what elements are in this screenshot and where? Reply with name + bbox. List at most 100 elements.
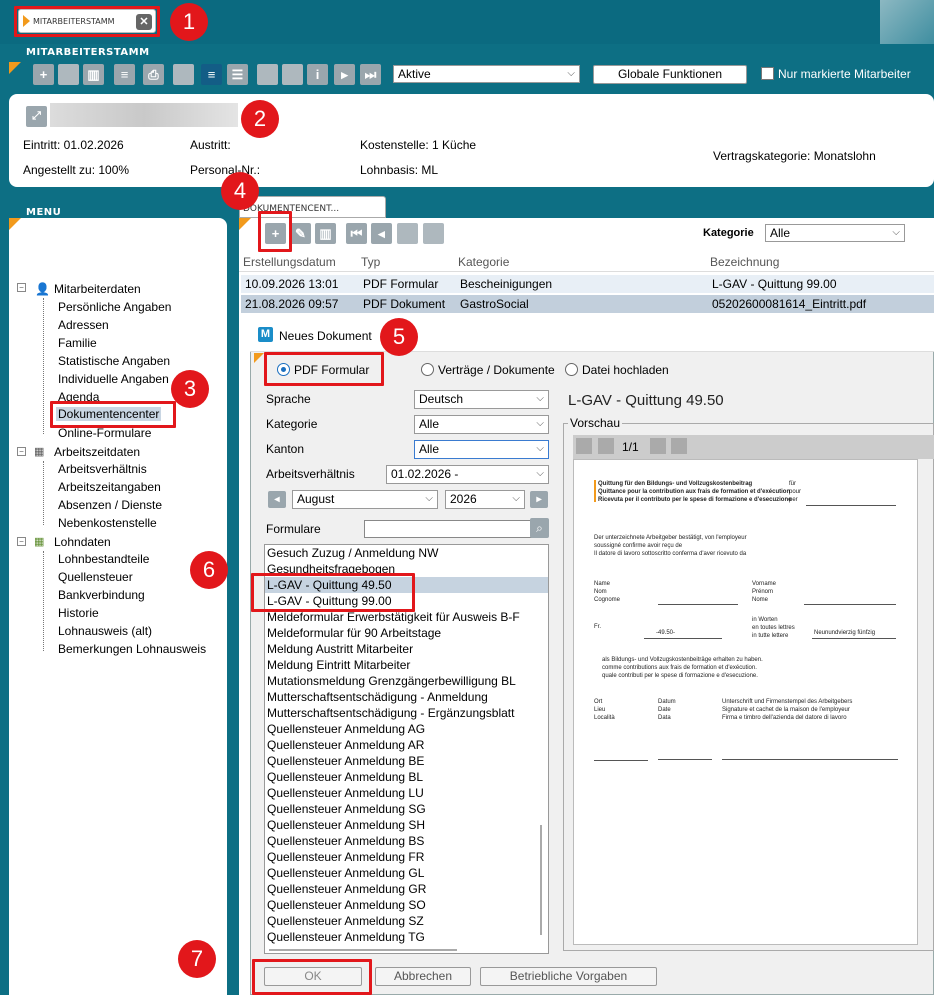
info-icon[interactable]: i [307,64,328,85]
print-icon[interactable]: ⎙ [143,64,164,85]
list-edit-icon[interactable]: ≡ [114,64,135,85]
list-item[interactable]: Quellensteuer Anmeldung BE [265,753,548,769]
table-row[interactable]: 10.09.2026 13:01 PDF Formular Bescheinig… [241,275,934,293]
menu-item-lohnausweis-alt[interactable]: Lohnausweis (alt) [58,624,152,638]
delete-icon[interactable]: ▥ [315,223,336,244]
arbeitsverhaeltnis-value: 01.02.2026 - [391,467,459,481]
year-select[interactable]: 2026 ⌵ [445,490,525,509]
list-item[interactable]: Quellensteuer Anmeldung LU [265,785,548,801]
menu-item-absenzen-dienste[interactable]: Absenzen / Dienste [58,498,162,512]
preview-p1: Der unterzeichnete Arbeitgeber bestätigt… [594,535,747,541]
list-item[interactable]: Mutterschaftsentschädigung - Anmeldung [265,689,548,705]
first-record-icon[interactable] [257,64,278,85]
list-item[interactable]: Quellensteuer Anmeldung BL [265,769,548,785]
add-icon[interactable]: + [33,64,54,85]
collapse-icon[interactable]: − [17,537,26,546]
preview-sig1: Unterschrift und Firmenstempel des Arbei… [722,699,853,705]
prev-month-icon[interactable]: ◂ [268,491,286,508]
col-kategorie[interactable]: Kategorie [458,255,509,269]
search-icon[interactable]: ⌕ [530,518,549,538]
cancel-button[interactable]: Abbrechen [375,967,471,986]
list-scrollbar[interactable] [540,825,542,935]
list-item[interactable]: Quellensteuer Anmeldung TG [265,929,548,945]
menu-item-adressen[interactable]: Adressen [58,318,109,332]
menu-group-arbeitszeitdaten[interactable]: Arbeitszeitdaten [54,445,140,459]
global-functions-button[interactable]: Globale Funktionen [593,65,747,84]
preview-last-page-icon[interactable] [671,438,687,454]
menu-item-arbeitszeitangaben[interactable]: Arbeitszeitangaben [58,480,161,494]
table-row[interactable]: 21.08.2026 09:57 PDF Dokument GastroSoci… [241,295,934,313]
list-item[interactable]: Meldung Eintritt Mitarbeiter [265,657,548,673]
edit-pencil-icon[interactable]: ✎ [290,223,311,244]
kategorie-select[interactable]: Alle ⌵ [414,415,549,434]
preview-prev-page-icon[interactable] [576,438,592,454]
menu-item-bankverbindung[interactable]: Bankverbindung [58,588,145,602]
list-item[interactable]: Quellensteuer Anmeldung AR [265,737,548,753]
list-item[interactable]: Quellensteuer Anmeldung BS [265,833,548,849]
detail-view-icon[interactable]: ≡ [201,64,222,85]
list-item[interactable]: Quellensteuer Anmeldung SG [265,801,548,817]
menu-item-quellensteuer[interactable]: Quellensteuer [58,570,133,584]
employee-filter-select[interactable]: Aktive ⌵ [393,65,580,83]
menu-item-historie[interactable]: Historie [58,606,99,620]
list-item[interactable]: Quellensteuer Anmeldung GR [265,881,548,897]
next-icon[interactable] [397,223,418,244]
sprache-select[interactable]: Deutsch ⌵ [414,390,549,409]
list-item[interactable]: Meldeformular für 90 Arbeitstage [265,625,548,641]
first-icon[interactable]: ⏮ [346,223,367,244]
preview-datum-block: Datum Date Data [658,698,676,722]
list-view-icon[interactable]: ☰ [227,64,248,85]
list-item[interactable]: Quellensteuer Anmeldung GL [265,865,548,881]
menu-item-lohnbestandteile[interactable]: Lohnbestandteile [58,552,149,566]
col-typ[interactable]: Typ [361,255,380,269]
menu-item-online-formulare[interactable]: Online-Formulare [58,426,151,440]
list-item[interactable]: Quellensteuer Anmeldung SO [265,897,548,913]
list-item[interactable]: Mutationsmeldung Grenzgängerbewilligung … [265,673,548,689]
list-item[interactable]: Quellensteuer Anmeldung FR [265,849,548,865]
preview-first-page-icon[interactable] [598,438,614,454]
kanton-select[interactable]: Alle ⌵ [414,440,549,459]
only-marked-checkbox[interactable] [761,67,774,80]
menu-item-persoenliche-angaben[interactable]: Persönliche Angaben [58,300,171,314]
month-select[interactable]: August ⌵ [292,490,438,509]
formulare-search-input[interactable] [364,520,532,538]
collapse-icon[interactable]: − [17,283,26,292]
collapse-icon[interactable]: − [17,447,26,456]
next-record-icon[interactable]: ▸ [334,64,355,85]
arbeitsverhaeltnis-select[interactable]: 01.02.2026 - ⌵ [386,465,549,484]
list-hscrollbar[interactable] [269,949,457,951]
menu-group-lohndaten[interactable]: Lohndaten [54,535,111,549]
menu-item-nebenkostenstelle[interactable]: Nebenkostenstelle [58,516,157,530]
prev-icon[interactable]: ◂ [371,223,392,244]
menu-item-familie[interactable]: Familie [58,336,97,350]
preview-accent [594,480,596,502]
last-icon[interactable] [423,223,444,244]
edit-icon[interactable] [58,64,79,85]
delete-icon[interactable]: ▥ [83,64,104,85]
list-item[interactable]: Quellensteuer Anmeldung AG [265,721,548,737]
menu-item-statistische-angaben[interactable]: Statistische Angaben [58,354,170,368]
doc-kategorie-select[interactable]: Alle ⌵ [765,224,905,242]
doc-kategorie-label: Kategorie [703,227,754,239]
menu-group-mitarbeiterdaten[interactable]: Mitarbeiterdaten [54,282,141,296]
list-item[interactable]: Meldung Austritt Mitarbeiter [265,641,548,657]
blank-icon[interactable] [173,64,194,85]
col-bezeichnung[interactable]: Bezeichnung [710,255,779,269]
formulare-label: Formulare [266,522,321,536]
col-erstellungsdatum[interactable]: Erstellungsdatum [243,255,336,269]
next-month-icon[interactable]: ▸ [530,491,548,508]
betriebliche-vorgaben-button[interactable]: Betriebliche Vorgaben [480,967,657,986]
radio-datei-hochladen[interactable] [565,363,578,376]
last-record-icon[interactable]: ⏭ [360,64,381,85]
list-item[interactable]: Mutterschaftsentschädigung - Ergänzungsb… [265,705,548,721]
prev-record-icon[interactable] [282,64,303,85]
list-item[interactable]: Quellensteuer Anmeldung SH [265,817,548,833]
expand-icon[interactable]: ⤢ [26,106,47,127]
list-item[interactable]: Gesuch Zuzug / Anmeldung NW [265,545,548,561]
menu-item-individuelle-angaben[interactable]: Individuelle Angaben [58,372,169,386]
preview-next-page-icon[interactable] [650,438,666,454]
radio-vertraege[interactable] [421,363,434,376]
list-item[interactable]: Quellensteuer Anmeldung SZ [265,913,548,929]
menu-item-bemerkungen-lohnausweis[interactable]: Bemerkungen Lohnausweis [58,642,206,656]
menu-item-arbeitsverhaeltnis[interactable]: Arbeitsverhältnis [58,462,147,476]
